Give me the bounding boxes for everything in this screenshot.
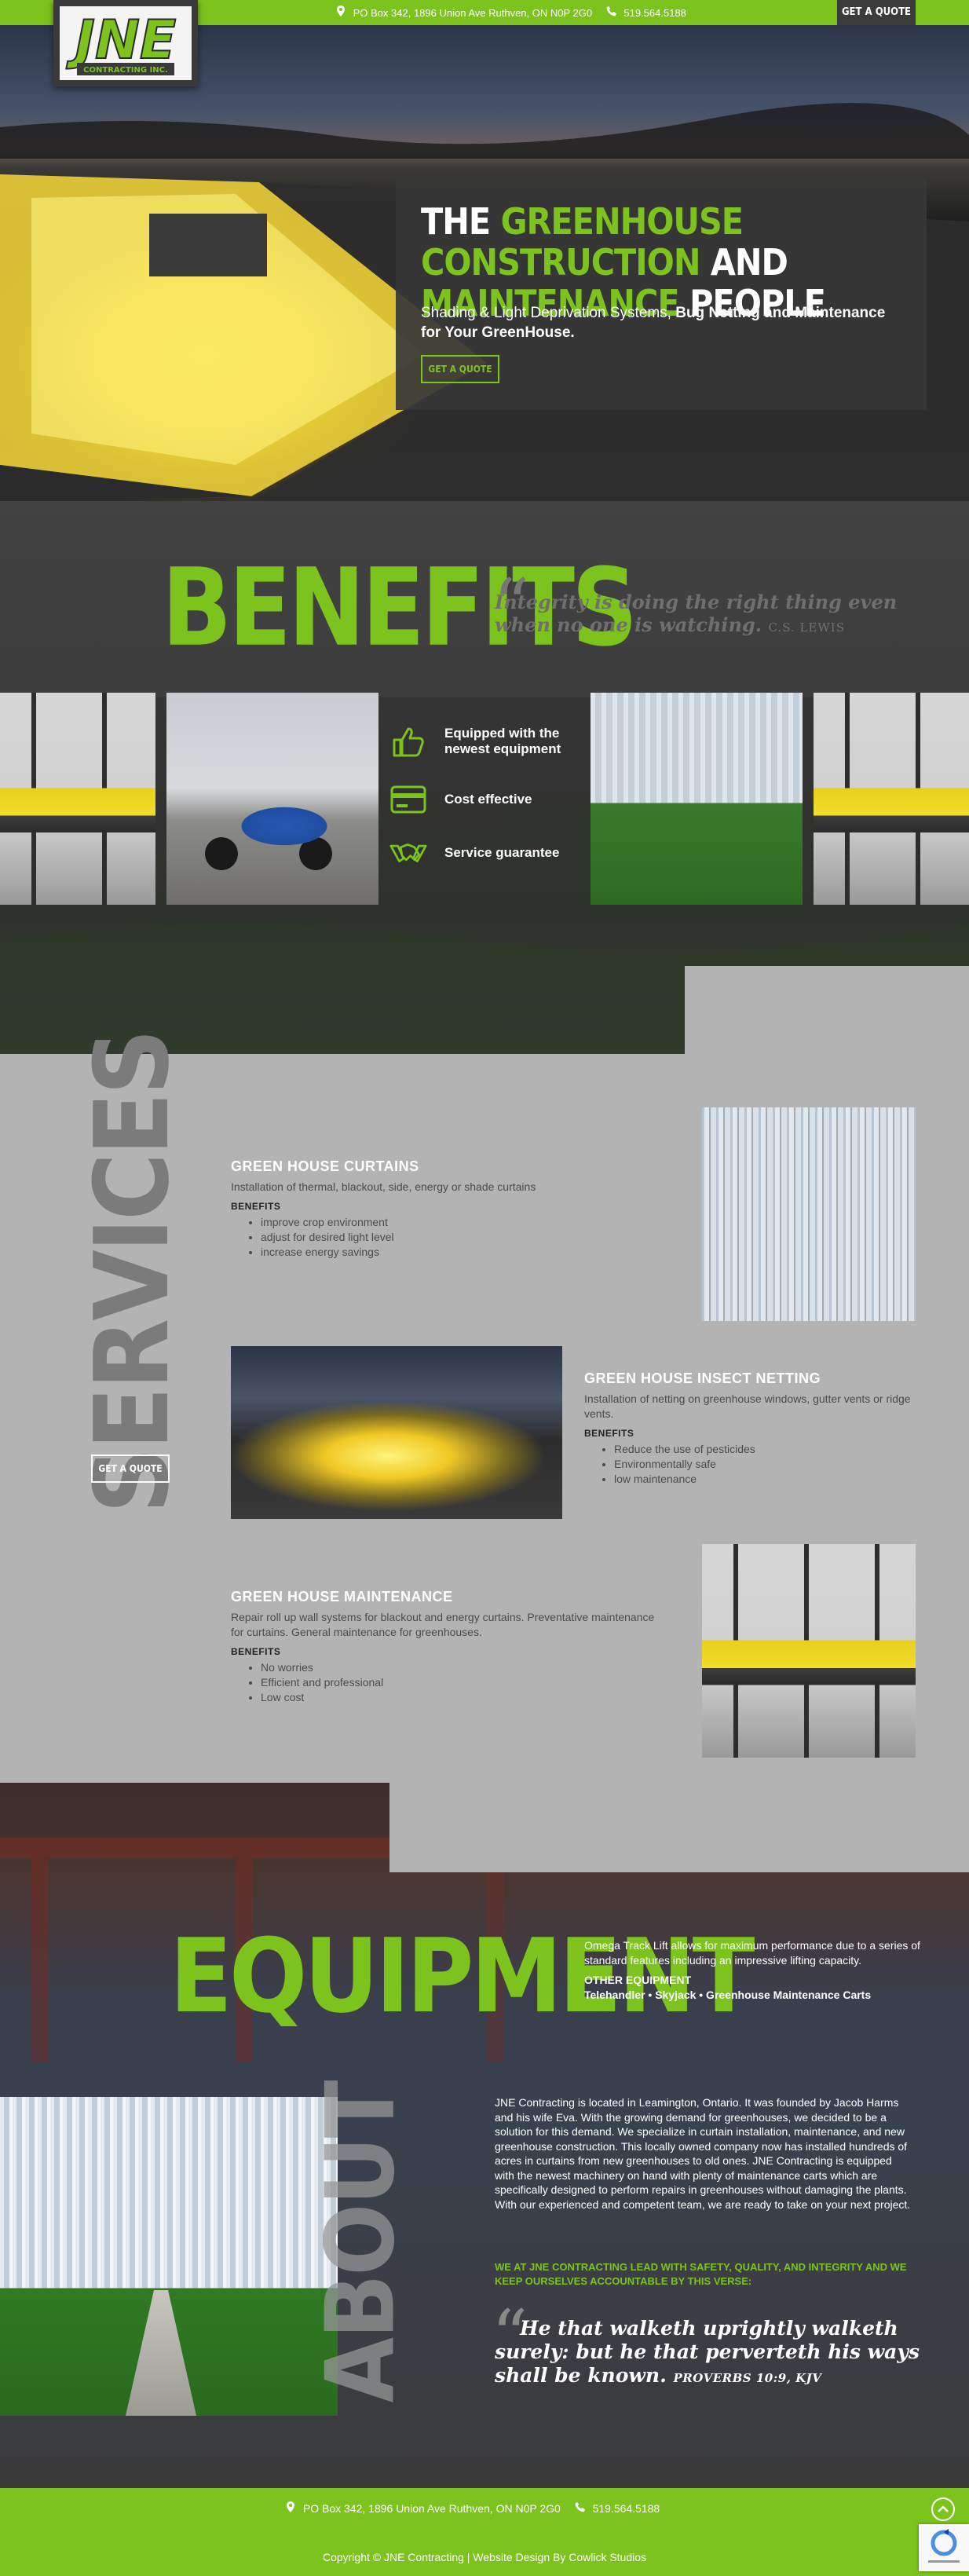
about-heading: ABOUT (298, 2082, 424, 2403)
topbar-phone[interactable]: 519.564.5188 (623, 1, 686, 26)
about-heading-text: ABOUT (306, 2081, 416, 2403)
about-text: JNE Contracting is located in Leamington… (495, 2096, 911, 2211)
service-title: GREEN HOUSE MAINTENANCE (231, 1589, 453, 1605)
list-item: improve crop environment (261, 1215, 631, 1230)
phone-icon (575, 2502, 588, 2515)
copyright-text: Copyright © JNE Contracting | Website De… (322, 2551, 647, 2563)
benefit-feature: Service guarantee (389, 834, 586, 872)
topbar-contact: PO Box 342, 1896 Union Ave Ruthven, ON N… (336, 0, 686, 25)
thumbs-up-icon (389, 726, 427, 757)
service-benefits-label: BENEFITS (231, 1201, 281, 1212)
list-item: low maintenance (614, 1472, 916, 1487)
hero-get-quote-button[interactable]: GET A QUOTE (421, 355, 499, 383)
services-get-quote-button[interactable]: GET A QUOTE (91, 1454, 170, 1483)
service-benefits-list: Reduce the use of pesticides Environment… (584, 1442, 916, 1487)
footer-address: PO Box 342, 1896 Union Ave Ruthven, ON N… (302, 2502, 561, 2515)
about-lead: WE AT JNE CONTRACTING LEAD WITH SAFETY, … (495, 2261, 907, 2287)
other-equipment-list: Telehandler • Skyjack • Greenhouse Maint… (584, 1989, 872, 2001)
service-benefits-label: BENEFITS (584, 1428, 634, 1439)
benefit-label: Cost effective (444, 792, 532, 807)
hero-panel: THE GREENHOUSE CONSTRUCTION AND MAINTENA… (396, 177, 927, 410)
scroll-to-top-button[interactable] (931, 2497, 955, 2521)
list-item: Environmentally safe (614, 1457, 916, 1472)
greenhouse-interior-photo (591, 693, 803, 905)
maintenance-cart-photo (0, 693, 155, 905)
service-benefits-list: improve crop environment adjust for desi… (231, 1215, 631, 1260)
chevron-up-icon (938, 2505, 949, 2512)
quote-author: C.S. LEWIS (768, 620, 846, 635)
services-heading: SERVICES (61, 1031, 203, 1513)
equipment-corner-block (389, 1783, 969, 1872)
map-pin-icon (286, 2501, 298, 2515)
list-item: Low cost (261, 1690, 655, 1705)
benefit-label: Equipped with the newest equipment (444, 726, 561, 756)
list-item: increase energy savings (261, 1245, 631, 1260)
service-item: GREEN HOUSE CURTAINS Installation of the… (231, 1158, 631, 1260)
get-quote-button[interactable]: GET A QUOTE (837, 0, 916, 25)
footer-phone[interactable]: 519.564.5188 (593, 2502, 660, 2515)
hero-subtitle-plain: Shading & Light Deprivation Systems, (421, 305, 671, 321)
recaptcha-icon (928, 2529, 960, 2563)
service-description: Repair roll up wall systems for blackout… (231, 1611, 655, 1638)
credit-card-icon (389, 784, 427, 815)
topbar-address: PO Box 342, 1896 Union Ave Ruthven, ON N… (353, 6, 593, 19)
service-title: GREEN HOUSE INSECT NETTING (584, 1370, 821, 1386)
map-pin-icon (336, 1, 346, 26)
verse-reference: PROVERBS 10:9, KJV (673, 2371, 822, 2385)
hero-subtitle: Shading & Light Deprivation Systems, Bug… (421, 303, 892, 342)
service-benefits-list: No worries Efficient and professional Lo… (231, 1660, 655, 1705)
hero-title-word: THE (421, 200, 491, 243)
telehandler-photo (166, 693, 378, 905)
logo-subtitle: CONTRACTING INC. (83, 66, 168, 75)
phone-icon (606, 1, 616, 26)
curtains-photo (702, 1107, 916, 1321)
list-item: Reduce the use of pesticides (614, 1442, 916, 1457)
handshake-icon (389, 837, 427, 869)
benefits-quote: Integrity is doing the right thing even … (495, 591, 934, 639)
hero-section: THE GREENHOUSE CONSTRUCTION AND MAINTENA… (0, 25, 969, 501)
service-item: GREEN HOUSE MAINTENANCE Repair roll up w… (231, 1588, 655, 1705)
service-title: GREEN HOUSE CURTAINS (231, 1158, 419, 1174)
insect-netting-photo (231, 1346, 562, 1519)
equipment-description: Omega Track Lift allows for maximum perf… (584, 1939, 920, 1967)
benefit-feature: Cost effective (389, 781, 586, 818)
service-description: Installation of thermal, blackout, side,… (231, 1180, 536, 1193)
maintenance-carts-photo (814, 693, 969, 905)
maintenance-cart-photo (702, 1544, 916, 1758)
logo-letters: JNE (66, 9, 177, 71)
about-verse: He that walketh uprightly walketh surely… (495, 2317, 934, 2390)
recaptcha-badge[interactable] (919, 2524, 969, 2571)
services-corner-block (685, 966, 969, 1054)
hero-title-word: AND (710, 241, 788, 284)
list-item: Efficient and professional (261, 1675, 655, 1690)
benefit-label: Service guarantee (444, 845, 560, 860)
benefit-feature: Equipped with the newest equipment (389, 723, 586, 760)
service-item: GREEN HOUSE INSECT NETTING Installation … (584, 1370, 916, 1487)
list-item: adjust for desired light level (261, 1230, 631, 1245)
site-logo[interactable]: JNE CONTRACTING INC. (53, 0, 198, 86)
footer: PO Box 342, 1896 Union Ave Ruthven, ON N… (0, 2488, 969, 2576)
footer-contact: PO Box 342, 1896 Union Ave Ruthven, ON N… (286, 2499, 660, 2518)
services-heading-text: SERVICES (72, 1030, 192, 1514)
equipment-text: Omega Track Lift allows for maximum perf… (584, 1938, 922, 2003)
other-equipment-label: OTHER EQUIPMENT (584, 1974, 692, 1986)
jne-logo-mark: JNE CONTRACTING INC. (60, 6, 192, 80)
service-description: Installation of netting on greenhouse wi… (584, 1392, 911, 1420)
service-benefits-label: BENEFITS (231, 1646, 281, 1657)
list-item: No worries (261, 1660, 655, 1675)
